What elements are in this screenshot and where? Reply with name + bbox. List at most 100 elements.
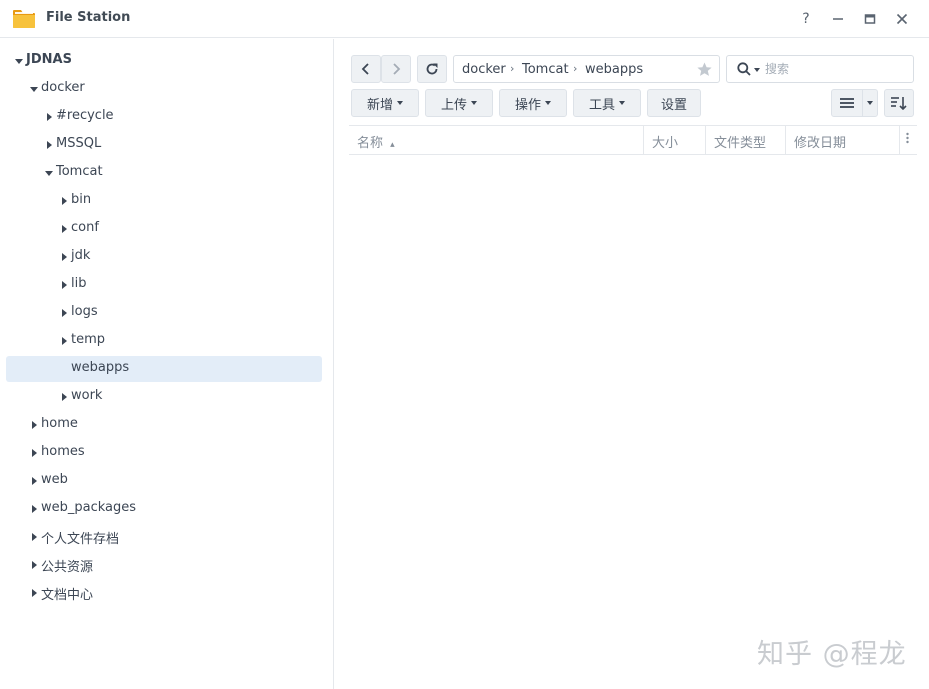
caret-down-icon[interactable] bbox=[44, 168, 54, 178]
search-icon[interactable] bbox=[737, 62, 751, 76]
tree-item[interactable]: lib bbox=[6, 272, 322, 298]
sort-button[interactable] bbox=[884, 89, 914, 117]
upload-button-label: 上传 bbox=[440, 97, 467, 113]
column-name[interactable]: 名称 ▴ bbox=[349, 126, 643, 154]
create-button-label: 新增 bbox=[366, 97, 393, 113]
tree-item[interactable]: conf bbox=[6, 216, 322, 242]
breadcrumb-item-webapps[interactable]: webapps bbox=[585, 62, 643, 77]
breadcrumb-item-tomcat[interactable]: Tomcat bbox=[522, 62, 569, 77]
chevron-down-icon bbox=[471, 101, 477, 105]
caret-right-icon[interactable] bbox=[44, 140, 54, 150]
forward-button[interactable] bbox=[381, 55, 411, 83]
caret-right-icon[interactable] bbox=[29, 448, 39, 458]
caret-down-icon[interactable] bbox=[29, 84, 39, 94]
list-view-button[interactable] bbox=[831, 89, 863, 117]
caret-right-icon[interactable] bbox=[29, 504, 39, 514]
more-vertical-icon bbox=[906, 132, 909, 144]
settings-button[interactable]: 设置 bbox=[647, 89, 701, 117]
caret-right-icon[interactable] bbox=[59, 224, 69, 234]
tree-item-label: home bbox=[41, 416, 78, 431]
tree-item[interactable]: 公共资源 bbox=[6, 552, 322, 578]
tree-item[interactable]: web bbox=[6, 468, 322, 494]
caret-down-icon[interactable] bbox=[14, 56, 24, 66]
tree-item[interactable]: bin bbox=[6, 188, 322, 214]
caret-right-icon[interactable] bbox=[44, 112, 54, 122]
tree-item-label: logs bbox=[71, 304, 98, 319]
tree-item[interactable]: 文档中心 bbox=[6, 580, 322, 606]
tree-item[interactable]: Tomcat bbox=[6, 160, 322, 186]
tree-item[interactable]: MSSQL bbox=[6, 132, 322, 158]
caret-right-icon[interactable] bbox=[29, 532, 39, 542]
tree-item-label: docker bbox=[41, 80, 85, 95]
search-input[interactable] bbox=[765, 60, 909, 78]
tree-item-label: webapps bbox=[71, 360, 130, 375]
tree-item[interactable]: 个人文件存档 bbox=[6, 524, 322, 550]
tree-item[interactable]: logs bbox=[6, 300, 322, 326]
breadcrumb-separator: › bbox=[573, 62, 578, 75]
help-button[interactable]: ? bbox=[794, 7, 818, 31]
maximize-icon bbox=[864, 14, 876, 24]
tree-item[interactable]: JDNAS bbox=[6, 48, 322, 74]
caret-right-icon[interactable] bbox=[29, 420, 39, 430]
create-button[interactable]: 新增 bbox=[351, 89, 419, 117]
sort-icon bbox=[891, 97, 907, 110]
caret-right-icon[interactable] bbox=[59, 392, 69, 402]
tree-item-label: conf bbox=[71, 220, 99, 235]
breadcrumb-separator: › bbox=[510, 62, 515, 75]
tree-item[interactable]: work bbox=[6, 384, 322, 410]
caret-right-icon[interactable] bbox=[59, 196, 69, 206]
refresh-button[interactable] bbox=[417, 55, 447, 83]
search-dropdown-caret-icon[interactable] bbox=[754, 68, 760, 72]
folder-tree: JDNAS docker #recycle MSSQL Tomcat bin conf jdk… bbox=[0, 39, 334, 689]
tree-item[interactable]: #recycle bbox=[6, 104, 322, 130]
caret-right-icon[interactable] bbox=[59, 308, 69, 318]
tree-item[interactable]: temp bbox=[6, 328, 322, 354]
chevron-left-icon bbox=[361, 63, 369, 75]
star-icon[interactable] bbox=[697, 62, 712, 77]
maximize-button[interactable] bbox=[858, 7, 882, 31]
caret-right-icon[interactable] bbox=[29, 476, 39, 486]
settings-button-label: 设置 bbox=[660, 97, 687, 113]
upload-button[interactable]: 上传 bbox=[425, 89, 493, 117]
tree-item-label: work bbox=[71, 388, 103, 403]
tree-item-label: Tomcat bbox=[56, 164, 103, 179]
chevron-right-icon bbox=[393, 63, 401, 75]
caret-right-icon[interactable] bbox=[59, 280, 69, 290]
tree-item[interactable]: docker bbox=[6, 76, 322, 102]
column-modified[interactable]: 修改日期 bbox=[785, 126, 899, 154]
tree-item[interactable]: home bbox=[6, 412, 322, 438]
caret-right-icon[interactable] bbox=[29, 588, 39, 598]
minimize-button[interactable] bbox=[826, 7, 850, 31]
view-mode-dropdown[interactable] bbox=[862, 89, 878, 117]
folder-icon bbox=[13, 10, 35, 28]
tools-button-label: 工具 bbox=[588, 97, 615, 113]
caret-right-icon[interactable] bbox=[59, 252, 69, 262]
close-button[interactable] bbox=[890, 7, 914, 31]
tree-item-label: web_packages bbox=[41, 500, 137, 515]
file-list bbox=[349, 156, 917, 676]
tree-item-label: MSSQL bbox=[56, 136, 102, 151]
column-options-button[interactable] bbox=[899, 126, 917, 154]
tree-item-label: jdk bbox=[71, 248, 91, 263]
title-bar: File Station ? bbox=[0, 0, 929, 38]
breadcrumb-item-docker[interactable]: docker bbox=[462, 62, 506, 77]
tree-item-label: 个人文件存档 bbox=[41, 532, 120, 547]
tree-item[interactable]: jdk bbox=[6, 244, 322, 270]
tree-item-label: JDNAS bbox=[26, 52, 72, 67]
action-button-label: 操作 bbox=[514, 97, 541, 113]
chevron-down-icon bbox=[619, 101, 625, 105]
caret-right-icon[interactable] bbox=[59, 336, 69, 346]
tree-item[interactable]: homes bbox=[6, 440, 322, 466]
tree-item[interactable]: web_packages bbox=[6, 496, 322, 522]
chevron-down-icon bbox=[867, 101, 873, 105]
watermark: 知乎 @程龙 bbox=[757, 639, 907, 670]
tree-item-label: 文档中心 bbox=[41, 588, 94, 603]
tree-item[interactable]: webapps bbox=[6, 356, 322, 382]
back-button[interactable] bbox=[351, 55, 381, 83]
column-type[interactable]: 文件类型 bbox=[705, 126, 785, 154]
action-button[interactable]: 操作 bbox=[499, 89, 567, 117]
tree-item-label: #recycle bbox=[56, 108, 114, 123]
column-size[interactable]: 大小 bbox=[643, 126, 705, 154]
tools-button[interactable]: 工具 bbox=[573, 89, 641, 117]
caret-right-icon[interactable] bbox=[29, 560, 39, 570]
